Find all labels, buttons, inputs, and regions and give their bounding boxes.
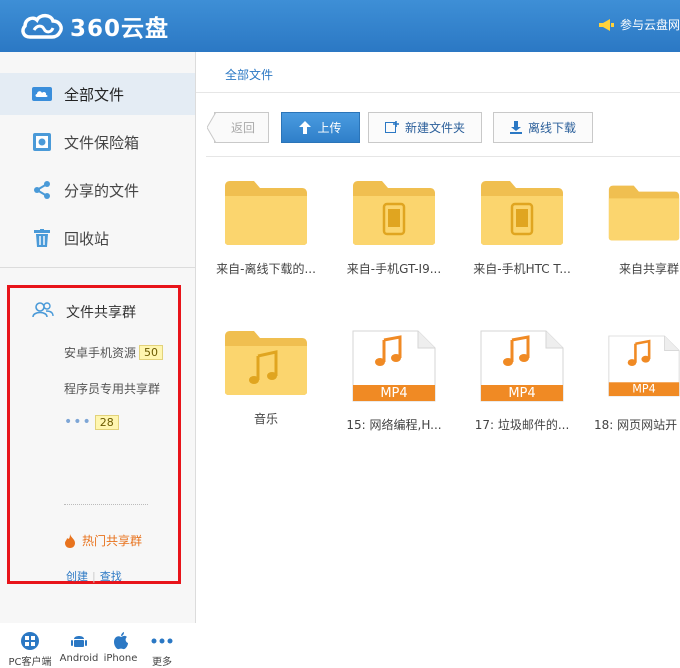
file-name: 17: 垃圾邮件的... [474,418,570,432]
group-divider [64,504,148,505]
mp4-file-icon: MP4 [458,316,586,402]
sidebar-item-label: 文件保险箱 [64,133,140,152]
share-group-item[interactable]: 程序员专用共享群 [64,380,160,397]
video-item[interactable]: MP4 18: 网页网站开 [586,316,680,433]
cloud-logo-icon [21,13,63,39]
android-icon [71,636,87,647]
main-panel: 全部文件 返回 上传 新建文件夹 离线下载 来自-离线下载的... 来自-手机G… [196,52,680,623]
phone-folder-icon [330,166,458,246]
logo[interactable]: 360云盘 [20,9,169,43]
file-name: 15: 网络编程,H... [346,418,442,432]
more-count-badge: 28 [94,414,119,430]
new-folder-icon [384,121,399,133]
folder-item[interactable]: 来自共享群 [586,166,680,277]
file-name: 18: 网页网站开 [594,418,678,432]
client-pc[interactable]: PC客户端 [0,632,60,668]
new-folder-label: 新建文件夹 [404,121,465,135]
client-android[interactable]: Android [60,632,98,668]
breadcrumb[interactable]: 全部文件 [225,66,273,83]
folder-icon [586,166,680,246]
back-button[interactable]: 返回 [207,112,269,143]
top-bar: 360云盘 参与云盘网 [0,0,680,52]
offline-download-label: 离线下载 [527,121,576,135]
sidebar-item-all-files[interactable]: 全部文件 [0,73,195,115]
folder-icon [202,166,330,246]
back-label: 返回 [231,121,256,135]
apple-icon [113,632,128,650]
client-more[interactable]: 更多 [143,632,181,668]
share-group-item[interactable]: 安卓手机资源 50 [64,344,164,361]
more-icon [151,638,173,644]
sidebar-item-safe[interactable]: 文件保险箱 [0,121,195,163]
breadcrumb-divider [196,92,680,93]
file-name: 来自-手机HTC T... [473,262,571,276]
notice-link[interactable]: 参与云盘网 [598,16,680,33]
group-users-icon [32,302,54,322]
megaphone-icon [598,18,614,31]
mp4-label: MP4 [380,386,407,401]
music-folder-icon [202,316,330,396]
new-folder-button[interactable]: 新建文件夹 [368,112,482,143]
sidebar: 全部文件 文件保险箱 分享的文件 回收站 文件共享群 安卓手机资源 50 程序员… [0,52,196,668]
video-item[interactable]: MP4 15: 网络编程,H... [330,316,458,433]
client-iphone[interactable]: iPhone [98,632,143,668]
upload-arrow-icon [299,121,312,134]
upload-button[interactable]: 上传 [281,112,360,143]
sidebar-divider [0,267,195,268]
share-groups-title: 文件共享群 [32,302,136,322]
share-groups-more[interactable]: ••• 28 [64,414,119,430]
mp4-file-icon: MP4 [586,316,680,402]
safe-icon [32,132,52,152]
folder-item[interactable]: 音乐 [202,316,330,427]
mp4-file-icon: MP4 [330,316,458,402]
offline-download-button[interactable]: 离线下载 [493,112,593,143]
folder-item[interactable]: 来自-离线下载的... [202,166,330,277]
trash-icon [32,228,52,248]
sidebar-item-label: 全部文件 [64,85,125,104]
file-name: 来自-手机GT-I9... [346,262,442,276]
share-group-name: 安卓手机资源 [64,346,137,360]
windows-icon [21,632,39,650]
share-icon [32,180,52,200]
file-name: 来自-离线下载的... [216,262,316,276]
logo-text: 360云盘 [70,16,170,42]
sidebar-item-trash[interactable]: 回收站 [0,217,195,259]
client-label: iPhone [103,653,138,664]
client-label: PC客户端 [8,657,52,668]
hot-groups-label: 热门共享群 [82,534,143,548]
more-dots-icon: ••• [64,414,92,430]
video-item[interactable]: MP4 17: 垃圾邮件的... [458,316,586,433]
mp4-label: MP4 [632,383,655,396]
link-separator: | [92,569,96,583]
folder-item[interactable]: 来自-手机GT-I9... [330,166,458,277]
download-icon [509,121,522,134]
sidebar-item-label: 分享的文件 [64,181,140,200]
share-groups-title-text: 文件共享群 [66,305,136,321]
share-group-name: 程序员专用共享群 [64,382,161,396]
share-groups-panel: 文件共享群 安卓手机资源 50 程序员专用共享群 ••• 28 热门共享群 创建… [7,285,181,584]
fire-icon [65,533,75,548]
share-group-count-badge: 50 [139,345,164,360]
file-name: 音乐 [253,412,278,426]
notice-text: 参与云盘网 [619,18,680,32]
sidebar-item-shared[interactable]: 分享的文件 [0,169,195,211]
folder-item[interactable]: 来自-手机HTC T... [458,166,586,277]
group-actions: 创建 | 查找 [66,568,122,584]
file-name: 来自共享群 [619,262,680,276]
hot-groups-link[interactable]: 热门共享群 [64,532,142,549]
client-label: Android [59,653,99,664]
cloud-icon [32,84,52,104]
find-group-link[interactable]: 查找 [100,568,122,584]
upload-label: 上传 [317,121,342,135]
client-label: 更多 [152,657,172,668]
create-group-link[interactable]: 创建 [66,568,88,584]
toolbar-divider [206,156,680,157]
phone-folder-icon [458,166,586,246]
sidebar-item-label: 回收站 [64,229,110,248]
client-downloads: PC客户端 Android iPhone 更多 [0,632,195,668]
back-arrow-shape [207,112,216,143]
mp4-label: MP4 [508,386,535,401]
